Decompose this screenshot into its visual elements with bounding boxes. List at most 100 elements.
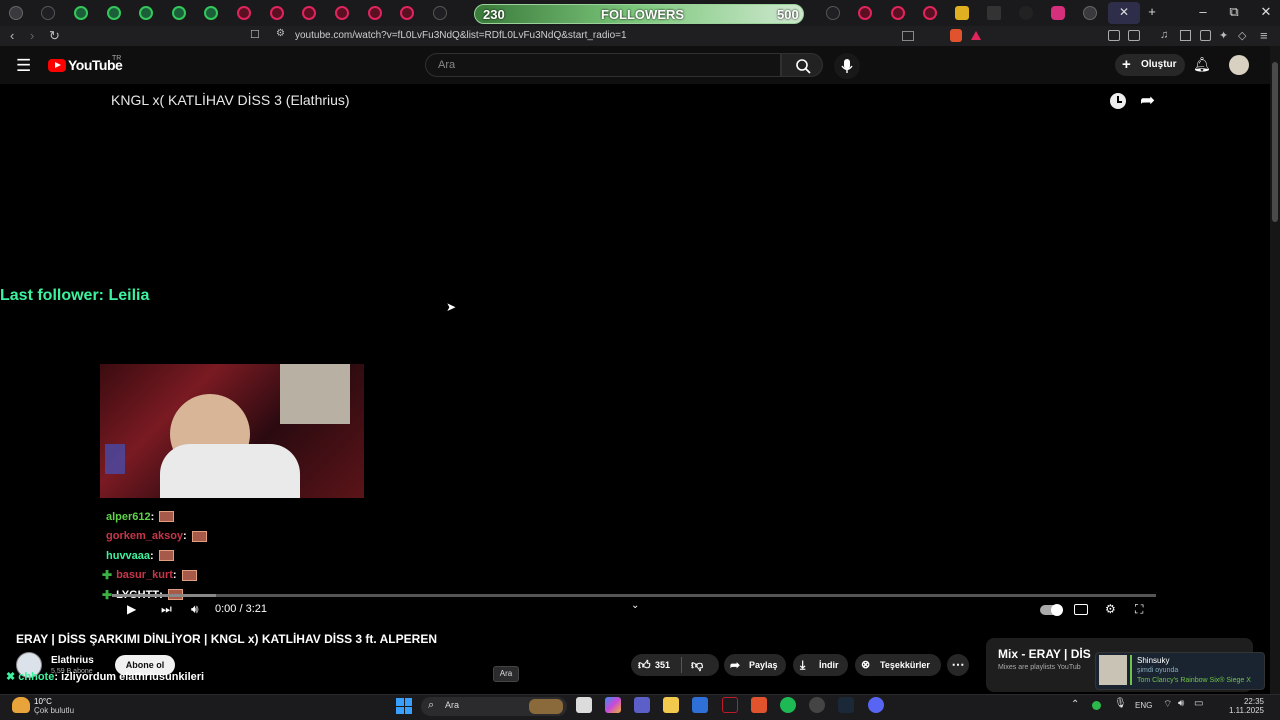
hamburger-menu-icon[interactable]: ☰: [16, 56, 31, 76]
tab-icon[interactable]: [1019, 6, 1033, 20]
copilot-icon[interactable]: [605, 697, 621, 713]
close-tab-icon[interactable]: ✕: [1119, 5, 1129, 19]
app-icon[interactable]: [722, 697, 738, 713]
teams-icon[interactable]: [634, 697, 650, 713]
battery-icon[interactable]: ▭: [1194, 698, 1203, 709]
file-explorer-icon[interactable]: [663, 697, 679, 713]
new-tab-button[interactable]: +: [1141, 4, 1163, 19]
tab-icon[interactable]: [858, 6, 872, 20]
forward-icon[interactable]: ›: [30, 28, 34, 43]
brave-browser-icon[interactable]: [751, 697, 767, 713]
tab-icon[interactable]: [139, 6, 153, 20]
share-button[interactable]: ➦ Paylaş: [724, 654, 786, 676]
active-tab[interactable]: ✕: [1108, 2, 1140, 24]
app-icon[interactable]: [809, 697, 825, 713]
tab-icon[interactable]: [433, 6, 447, 20]
task-view-icon[interactable]: [576, 697, 592, 713]
tray-status-icon[interactable]: [1092, 701, 1101, 710]
reload-icon[interactable]: ↻: [49, 28, 60, 44]
tab-icon[interactable]: [826, 6, 840, 20]
speaker-icon[interactable]: 🔊︎: [1178, 698, 1184, 709]
channel-name[interactable]: Elathrius: [51, 655, 94, 666]
music-icon[interactable]: ♫: [1160, 29, 1168, 41]
tab-icon[interactable]: [1051, 6, 1065, 20]
tab-icon[interactable]: [335, 6, 349, 20]
tab-icon[interactable]: [9, 6, 23, 20]
close-window-button[interactable]: ✕: [1255, 4, 1277, 20]
steam-icon[interactable]: [838, 697, 854, 713]
spotify-icon[interactable]: [780, 697, 796, 713]
create-button[interactable]: + Oluştur: [1115, 54, 1185, 76]
search-button[interactable]: [781, 53, 823, 77]
brave-rewards-icon[interactable]: [971, 31, 981, 40]
weather-description[interactable]: Çok bulutlu: [34, 706, 74, 715]
subtitles-icon[interactable]: [1074, 604, 1088, 615]
like-icon[interactable]: 👍︎: [638, 654, 651, 676]
microsoft-store-icon[interactable]: [692, 697, 708, 713]
tab-icon[interactable]: [891, 6, 905, 20]
tab-icon[interactable]: [172, 6, 186, 20]
youtube-logo-icon[interactable]: [48, 59, 66, 72]
wallet-icon[interactable]: [1200, 30, 1211, 41]
next-icon[interactable]: ⏭︎: [161, 602, 172, 617]
tab-icon[interactable]: [204, 6, 218, 20]
tab-icon[interactable]: [302, 6, 316, 20]
maximize-button[interactable]: ⧉: [1223, 4, 1245, 20]
play-icon[interactable]: ▶: [127, 602, 136, 616]
tab-icon[interactable]: [1083, 6, 1097, 20]
notifications-bell-icon[interactable]: 🔔︎: [1193, 56, 1211, 73]
tab-icon[interactable]: [237, 6, 251, 20]
start-button-icon[interactable]: [396, 698, 412, 714]
watch-later-icon[interactable]: [1110, 93, 1126, 109]
more-actions-button[interactable]: ⋯: [947, 654, 969, 676]
voice-search-button[interactable]: [834, 53, 860, 79]
like-count[interactable]: 351: [655, 654, 670, 676]
menu-icon[interactable]: ≡: [1260, 28, 1268, 43]
tab-icon[interactable]: [923, 6, 937, 20]
weather-temperature[interactable]: 10°C: [34, 697, 52, 706]
share-arrow-icon[interactable]: ➦: [1140, 90, 1155, 111]
avatar[interactable]: [1229, 55, 1249, 75]
dislike-icon[interactable]: 👎︎: [691, 654, 703, 676]
extension-icon[interactable]: [1108, 30, 1120, 41]
wifi-icon[interactable]: ⌔: [1163, 698, 1172, 711]
clock-date[interactable]: 1.11.2025: [1218, 706, 1264, 715]
extension-icon[interactable]: [1128, 30, 1140, 41]
back-icon[interactable]: ‹: [10, 28, 14, 43]
language-indicator[interactable]: ENG: [1135, 701, 1152, 710]
chevron-up-icon[interactable]: ⌃: [1071, 699, 1079, 710]
minimize-button[interactable]: –: [1192, 4, 1214, 19]
thanks-button[interactable]: ⊗ Teşekkürler: [855, 654, 941, 676]
tab-icon[interactable]: [400, 6, 414, 20]
url-field[interactable]: youtube.com/watch?v=fL0LvFu3NdQ&list=RDf…: [295, 28, 915, 44]
chevron-down-icon[interactable]: ⌄: [631, 600, 639, 611]
taskbar-search-text[interactable]: Ara: [445, 700, 459, 710]
tab-icon[interactable]: [987, 6, 1001, 20]
settings-gear-icon[interactable]: ⚙: [1105, 602, 1116, 616]
tab-icon[interactable]: [955, 6, 969, 20]
bookmark-icon[interactable]: ☐: [250, 28, 260, 41]
site-info-icon[interactable]: ⚙: [276, 28, 285, 39]
tab-icon[interactable]: [107, 6, 121, 20]
exit-fullscreen-icon[interactable]: ⛶: [1135, 602, 1143, 617]
autoplay-toggle[interactable]: [1040, 604, 1063, 616]
tab-icon[interactable]: [74, 6, 88, 20]
search-input[interactable]: [436, 58, 760, 72]
sidebar-toggle-icon[interactable]: [1180, 30, 1191, 41]
search-box[interactable]: [425, 53, 781, 77]
leo-icon[interactable]: ✦: [1219, 29, 1228, 42]
tab-icon[interactable]: [41, 6, 55, 20]
tab-icon[interactable]: [368, 6, 382, 20]
mix-title[interactable]: Mix - ERAY | DİS: [998, 647, 1091, 661]
weather-icon[interactable]: [12, 697, 30, 713]
volume-icon[interactable]: 🔊︎: [191, 602, 199, 617]
brave-shield-icon[interactable]: [950, 29, 962, 42]
progress-bar[interactable]: [112, 594, 1156, 597]
cast-icon[interactable]: [902, 31, 914, 41]
vpn-icon[interactable]: ◇: [1238, 29, 1246, 42]
scrollbar-thumb[interactable]: [1272, 62, 1278, 222]
discord-icon[interactable]: [868, 697, 884, 713]
tab-icon[interactable]: [270, 6, 284, 20]
microphone-tray-icon[interactable]: 🎙︎: [1114, 698, 1127, 709]
clock-time[interactable]: 22:35: [1228, 697, 1264, 706]
